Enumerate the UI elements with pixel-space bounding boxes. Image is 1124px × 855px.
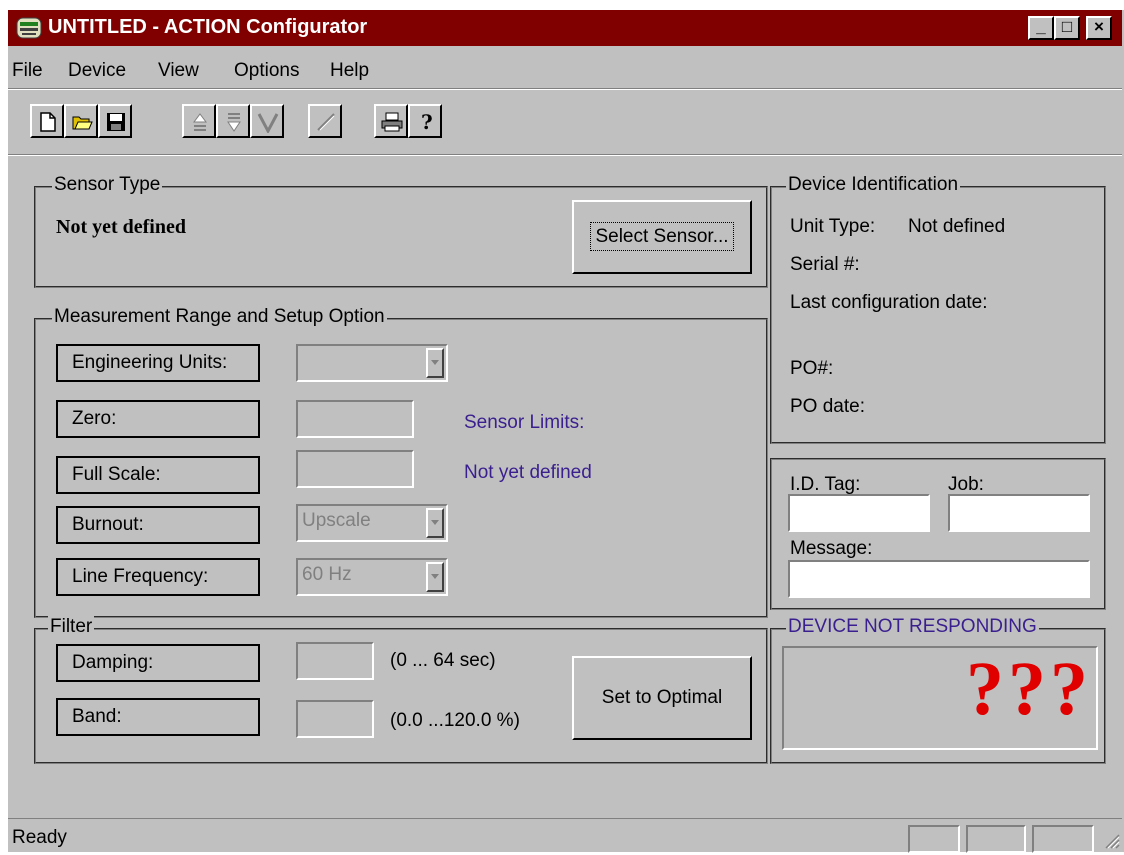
select-sensor-button[interactable]: Select Sensor... bbox=[572, 200, 752, 274]
chevron-down-icon[interactable] bbox=[426, 562, 444, 592]
print-icon bbox=[381, 112, 403, 132]
po-label: PO#: bbox=[790, 358, 834, 379]
job-label: Job: bbox=[948, 474, 984, 495]
set-optimal-label: Set to Optimal bbox=[601, 687, 723, 708]
unit-type-label: Unit Type: bbox=[790, 216, 876, 237]
unit-type-value: Not defined bbox=[908, 216, 1006, 237]
open-icon bbox=[72, 116, 93, 130]
status-text: Ready bbox=[12, 827, 67, 848]
sensor-limits-label: Sensor Limits: bbox=[464, 412, 585, 433]
line-frequency-label: Line Frequency: bbox=[56, 558, 260, 596]
full-scale-input[interactable] bbox=[296, 450, 414, 488]
select-sensor-label: Select Sensor... bbox=[590, 222, 734, 251]
id-tag-label: I.D. Tag: bbox=[790, 474, 861, 495]
toolbar-bottom-line bbox=[8, 154, 1122, 156]
menu-file[interactable]: File bbox=[12, 60, 43, 82]
zero-input[interactable] bbox=[296, 400, 414, 438]
engineering-units-label: Engineering Units: bbox=[56, 344, 260, 382]
verify-icon bbox=[257, 113, 279, 133]
line-frequency-value: 60 Hz bbox=[302, 564, 352, 585]
help-button[interactable]: ? bbox=[408, 104, 442, 138]
sensor-type-value: Not yet defined bbox=[56, 216, 186, 238]
last-config-label: Last configuration date: bbox=[790, 292, 988, 313]
line-frequency-select[interactable]: 60 Hz bbox=[296, 558, 448, 596]
application-window: UNTITLED - ACTION Configurator _ □ × Fil… bbox=[6, 8, 1124, 855]
filter-legend: Filter bbox=[48, 616, 95, 638]
help-icon: ? bbox=[421, 111, 433, 133]
close-button[interactable]: × bbox=[1086, 16, 1112, 40]
upload-button[interactable] bbox=[182, 104, 216, 138]
print-button[interactable] bbox=[374, 104, 408, 138]
band-input[interactable] bbox=[296, 700, 374, 738]
save-icon bbox=[107, 113, 125, 131]
zero-label: Zero: bbox=[56, 400, 260, 438]
window-title: UNTITLED - ACTION Configurator bbox=[48, 16, 368, 38]
set-optimal-button[interactable]: Set to Optimal bbox=[572, 656, 752, 740]
menu-view[interactable]: View bbox=[158, 60, 199, 82]
maximize-icon: □ bbox=[1061, 17, 1073, 36]
chevron-down-icon[interactable] bbox=[426, 508, 444, 538]
menu-device[interactable]: Device bbox=[68, 60, 126, 82]
damping-input[interactable] bbox=[296, 642, 374, 680]
minimize-icon: _ bbox=[1036, 17, 1046, 36]
save-file-button[interactable] bbox=[98, 104, 132, 138]
svg-text:?: ? bbox=[421, 111, 433, 133]
minimize-button[interactable]: _ bbox=[1028, 16, 1054, 40]
toolbar-separator bbox=[8, 88, 1122, 90]
menu-options[interactable]: Options bbox=[234, 60, 299, 82]
app-icon bbox=[16, 17, 42, 39]
title-bar[interactable]: UNTITLED - ACTION Configurator _ □ × bbox=[8, 10, 1122, 46]
menu-bar: File Device View Options Help bbox=[8, 50, 1122, 84]
status-bar: Ready bbox=[8, 818, 1122, 855]
serial-label: Serial #: bbox=[790, 254, 860, 275]
po-date-label: PO date: bbox=[790, 396, 865, 417]
damping-range: (0 ... 64 sec) bbox=[390, 650, 496, 671]
full-scale-label: Full Scale: bbox=[56, 456, 260, 494]
burnout-select[interactable]: Upscale bbox=[296, 504, 448, 542]
menu-help[interactable]: Help bbox=[330, 60, 369, 82]
download-button[interactable] bbox=[216, 104, 250, 138]
status-pane-3 bbox=[1032, 825, 1094, 853]
measurement-legend: Measurement Range and Setup Option bbox=[52, 306, 387, 328]
damping-label: Damping: bbox=[56, 644, 260, 682]
download-icon bbox=[227, 113, 241, 132]
upload-icon bbox=[193, 113, 207, 131]
id-tag-input[interactable] bbox=[788, 494, 930, 532]
engineering-units-select[interactable] bbox=[296, 344, 448, 382]
burnout-label: Burnout: bbox=[56, 506, 260, 544]
question-marks-indicator: ??? bbox=[966, 647, 1092, 731]
job-input[interactable] bbox=[948, 494, 1090, 532]
verify-button[interactable] bbox=[250, 104, 284, 138]
maximize-button[interactable]: □ bbox=[1054, 16, 1080, 40]
probe-button[interactable] bbox=[308, 104, 342, 138]
open-file-button[interactable] bbox=[64, 104, 98, 138]
status-pane-1 bbox=[908, 825, 960, 853]
message-input[interactable] bbox=[788, 560, 1090, 598]
status-pane-2 bbox=[966, 825, 1026, 853]
device-id-legend: Device Identification bbox=[786, 174, 961, 196]
chevron-down-icon[interactable] bbox=[426, 348, 444, 378]
close-icon: × bbox=[1094, 17, 1104, 36]
message-label: Message: bbox=[790, 538, 873, 559]
sensor-limits-value: Not yet defined bbox=[464, 462, 592, 483]
device-status-legend: DEVICE NOT RESPONDING bbox=[786, 616, 1039, 638]
new-icon bbox=[40, 112, 56, 132]
burnout-value: Upscale bbox=[302, 510, 371, 531]
resize-grip-icon[interactable] bbox=[1102, 831, 1120, 849]
band-label: Band: bbox=[56, 698, 260, 736]
new-file-button[interactable] bbox=[30, 104, 64, 138]
sensor-type-legend: Sensor Type bbox=[52, 174, 163, 196]
band-range: (0.0 ...120.0 %) bbox=[390, 710, 520, 731]
probe-icon bbox=[317, 113, 335, 131]
